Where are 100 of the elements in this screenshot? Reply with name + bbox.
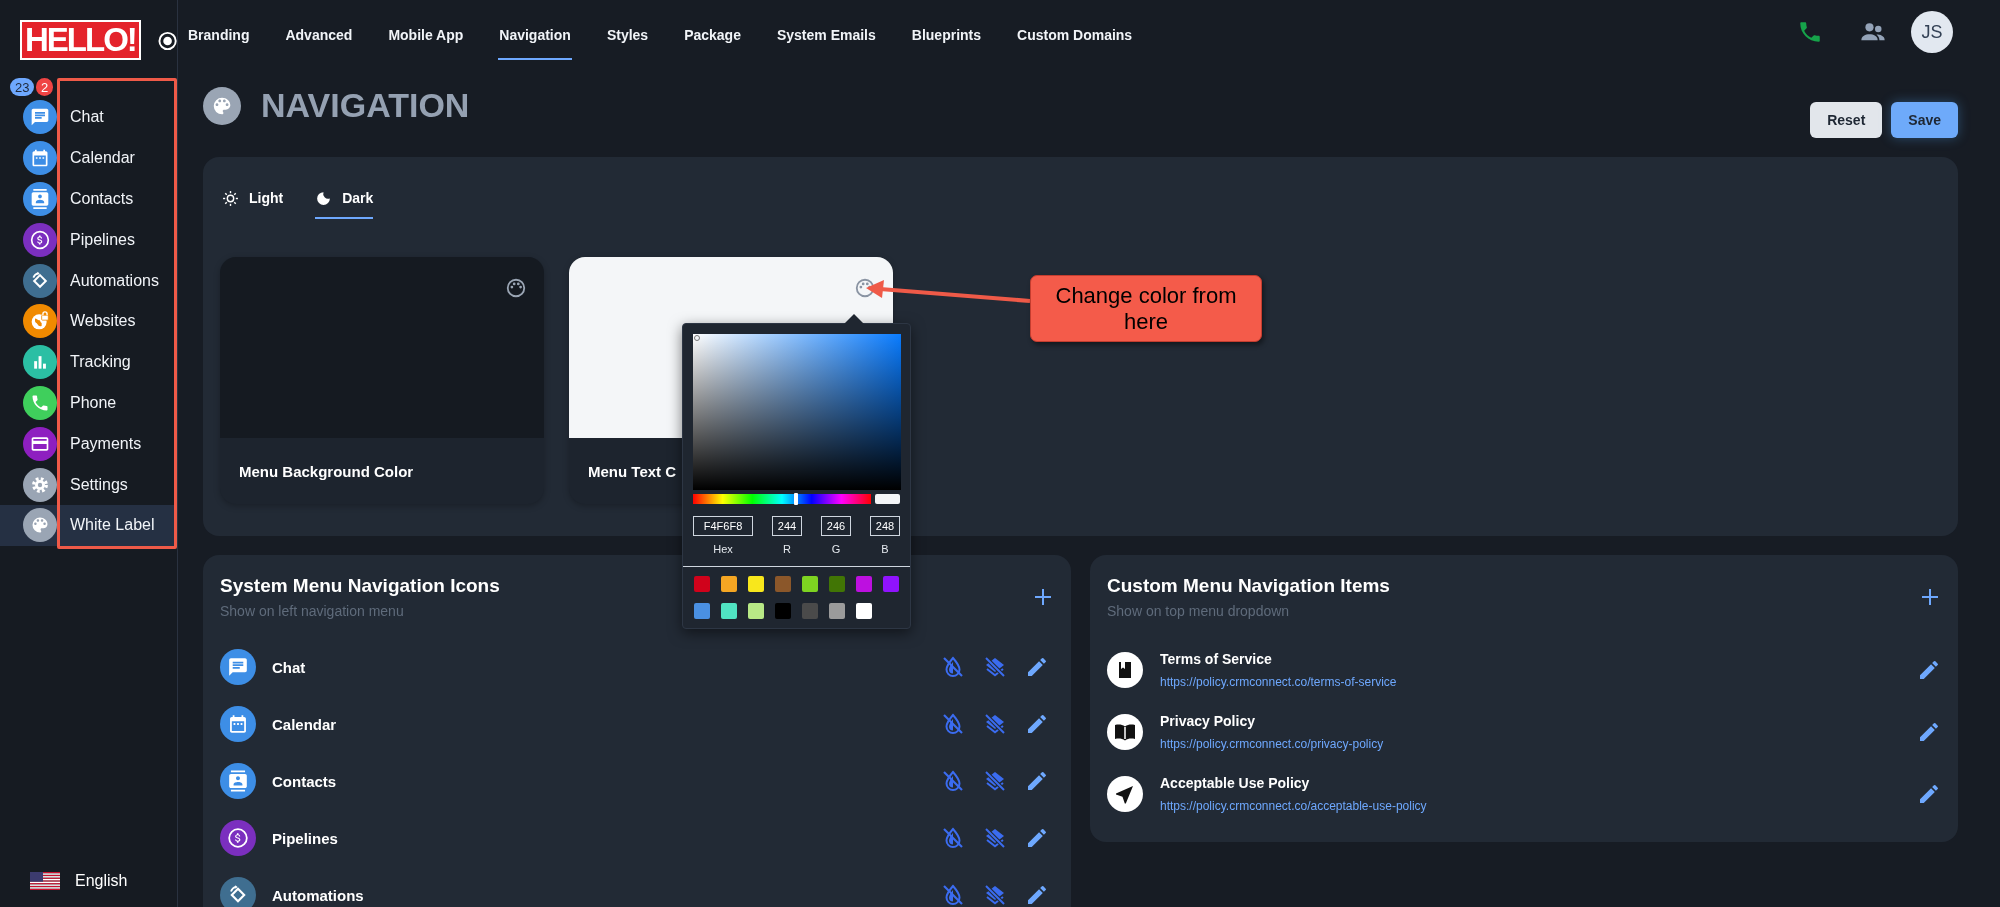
color-swatch[interactable] <box>775 603 791 619</box>
hue-slider[interactable] <box>693 494 871 504</box>
menu-item-label: Pipelines <box>272 829 339 847</box>
nav-tab[interactable]: Custom Domains <box>1016 12 1134 60</box>
color-swatch[interactable] <box>829 603 845 619</box>
pencil-icon[interactable] <box>1025 655 1049 679</box>
bookmark-icon <box>1107 652 1143 688</box>
book-icon <box>1107 714 1143 750</box>
color-swatch[interactable] <box>748 603 764 619</box>
color-swatch[interactable] <box>856 603 872 619</box>
field-label: G <box>831 543 841 555</box>
flag-icon <box>30 872 60 890</box>
palette-icon[interactable] <box>854 277 876 299</box>
card-label: Menu Background Color <box>239 462 414 480</box>
nav-tab[interactable]: Package <box>683 12 742 60</box>
color-swatch[interactable] <box>694 576 710 592</box>
layers-slash-icon[interactable] <box>983 883 1007 907</box>
language-label[interactable]: English <box>75 872 128 890</box>
sidebar-item[interactable]: Tracking <box>0 341 177 383</box>
url-link[interactable]: https://policy.crmconnect.co/acceptable-use-policy <box>1160 799 1427 813</box>
nav-tab[interactable]: System Emails <box>775 12 877 60</box>
user-avatar[interactable]: JS <box>1911 11 1953 53</box>
url-link[interactable]: https://policy.crmconnect.co/privacy-policy <box>1160 737 1384 751</box>
menu-item-label: Calendar <box>272 715 338 733</box>
sidebar-item[interactable]: Phone <box>0 382 177 424</box>
palette-icon[interactable] <box>505 277 527 299</box>
nav-tab[interactable]: Advanced <box>284 12 354 60</box>
color-swatch[interactable] <box>802 576 818 592</box>
hex-field[interactable]: F4F6F8 <box>693 516 753 536</box>
color-swatch[interactable] <box>694 603 710 619</box>
menu-item-label: Chat <box>272 658 307 676</box>
color-swatch[interactable] <box>721 603 737 619</box>
pencil-icon[interactable] <box>1025 826 1049 850</box>
moon-icon <box>315 189 333 207</box>
nav-tab[interactable]: Blueprints <box>910 12 983 60</box>
drop-slash-icon[interactable] <box>941 655 965 679</box>
color-swatch[interactable] <box>748 576 764 592</box>
card-label: Menu Text C <box>588 462 677 480</box>
channel-field[interactable]: 248 <box>870 516 900 536</box>
menu-item-title: Terms of Service <box>1160 651 1273 667</box>
nav-tab[interactable]: Styles <box>605 12 650 60</box>
layers-slash-icon[interactable] <box>983 826 1007 850</box>
count-badge: 2 <box>36 78 54 96</box>
pencil-icon[interactable] <box>1917 720 1941 744</box>
panel-subtitle: Show on left navigation menu <box>220 603 405 619</box>
sidebar-item[interactable]: Chat <box>0 97 177 138</box>
field-label: Hex <box>713 543 733 555</box>
sun-icon <box>222 189 239 207</box>
color-swatch[interactable] <box>856 576 872 592</box>
color-swatch[interactable] <box>883 576 899 592</box>
nav-tab[interactable]: Mobile App <box>387 12 465 60</box>
color-swatch[interactable] <box>802 603 818 619</box>
panel-subtitle: Show on top menu dropdown <box>1107 603 1291 619</box>
pencil-icon[interactable] <box>1917 658 1941 682</box>
theme-tab[interactable]: Dark <box>315 179 374 219</box>
drop-slash-icon[interactable] <box>941 826 965 850</box>
color-swatch[interactable] <box>829 576 845 592</box>
nav-tab[interactable]: Branding <box>187 12 251 60</box>
theme-tab[interactable]: Light <box>222 179 284 219</box>
panel-title: System Menu Navigation Icons <box>220 575 500 597</box>
sidebar-item[interactable]: Pipelines <box>0 219 177 261</box>
layers-slash-icon[interactable] <box>983 769 1007 793</box>
phone-icon[interactable] <box>1797 19 1823 45</box>
record-icon[interactable] <box>157 31 177 51</box>
menu-item-title: Acceptable Use Policy <box>1160 775 1311 791</box>
sidebar-item[interactable]: Payments <box>0 423 177 465</box>
layers-slash-icon[interactable] <box>983 712 1007 736</box>
layers-slash-icon[interactable] <box>983 655 1007 679</box>
logo[interactable]: HELLO! <box>20 20 141 60</box>
sidebar-item[interactable]: Automations <box>0 260 177 301</box>
palette-icon <box>203 86 241 125</box>
pencil-icon[interactable] <box>1025 769 1049 793</box>
panel-title: Custom Menu Navigation Items <box>1107 575 1390 597</box>
pencil-icon[interactable] <box>1025 883 1049 907</box>
color-swatch[interactable] <box>775 576 791 592</box>
pencil-icon[interactable] <box>1917 782 1941 806</box>
hue-thumb[interactable] <box>794 493 799 505</box>
sidebar-item[interactable]: Contacts <box>0 178 177 220</box>
menu-item-title: Privacy Policy <box>1160 713 1256 729</box>
color-swatch[interactable] <box>721 576 737 592</box>
sidebar-item[interactable]: Calendar <box>0 137 177 179</box>
menu-item-label: Contacts <box>272 772 338 790</box>
count-badge: 23 <box>10 78 35 96</box>
field-label: B <box>881 543 889 555</box>
sidebar-item[interactable]: Websites <box>0 301 177 342</box>
channel-field[interactable]: 246 <box>821 516 851 536</box>
drop-slash-icon[interactable] <box>941 712 965 736</box>
color-gradient[interactable] <box>693 334 901 490</box>
sidebar-item[interactable]: White Label <box>0 504 177 546</box>
sidebar-item[interactable]: Settings <box>0 464 177 505</box>
drop-slash-icon[interactable] <box>941 769 965 793</box>
field-label: R <box>783 543 791 555</box>
color-swatch[interactable] <box>220 257 544 438</box>
reset-button[interactable]: Reset <box>1810 102 1883 138</box>
drop-slash-icon[interactable] <box>941 883 965 907</box>
pencil-icon[interactable] <box>1025 712 1049 736</box>
save-button[interactable]: Save <box>1891 102 1958 138</box>
nav-tab[interactable]: Navigation <box>498 12 572 60</box>
channel-field[interactable]: 244 <box>772 516 802 536</box>
url-link[interactable]: https://policy.crmconnect.co/terms-of-service <box>1160 675 1397 689</box>
